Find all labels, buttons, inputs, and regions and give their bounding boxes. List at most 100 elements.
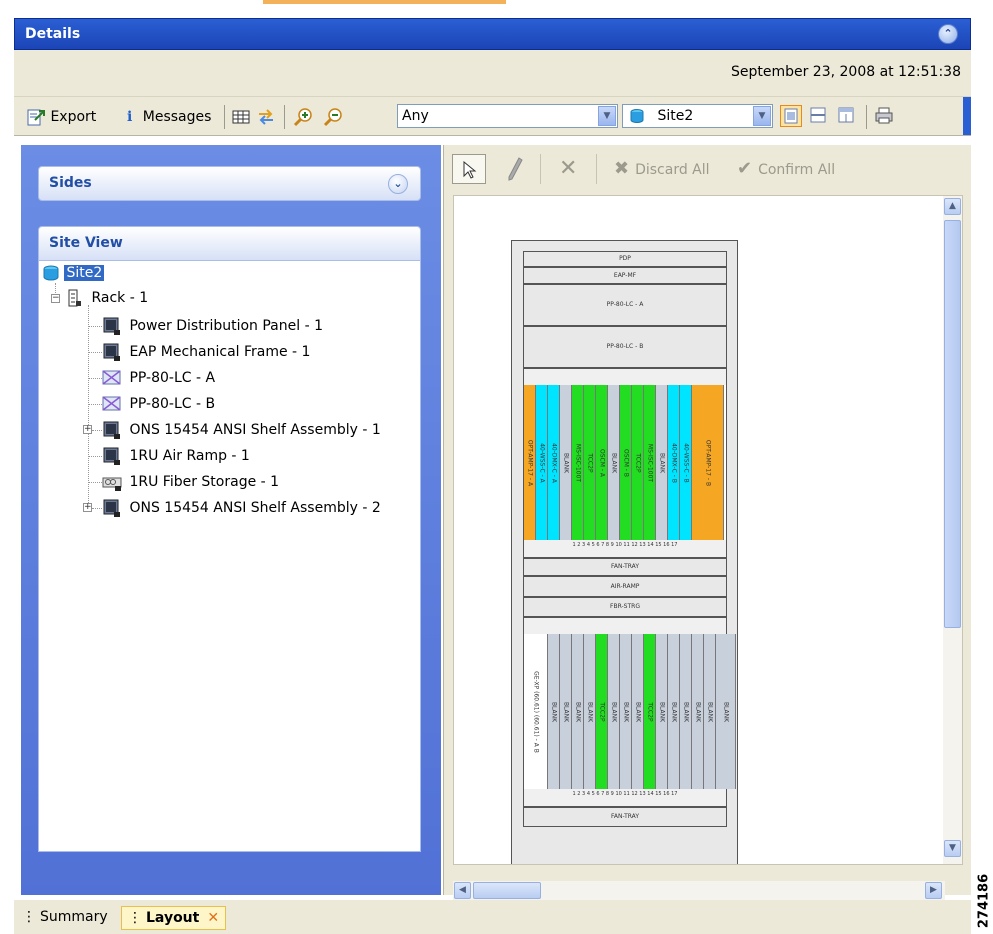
scroll-down-icon[interactable]: ▼ bbox=[944, 840, 961, 857]
shelf-card-slot[interactable]: BLANK bbox=[560, 634, 572, 789]
tree-node-site[interactable]: Site2 bbox=[42, 263, 105, 283]
toolbar-divider bbox=[284, 105, 285, 129]
date-bar: September 23, 2008 at 12:51:38 bbox=[14, 50, 971, 96]
collapse-icon[interactable]: ⌃ bbox=[938, 24, 958, 44]
bottom-tab-bar: ⋮ Summary ⋮ Layout ✕ bbox=[14, 900, 971, 934]
sides-panel-header[interactable]: Sides ⌄ bbox=[38, 166, 421, 201]
shelf-card-slot[interactable]: OSCM - A bbox=[596, 385, 608, 540]
vertical-split-button[interactable] bbox=[836, 105, 858, 127]
layout-panel: ✕ ✖ Discard All ✔ Confirm All PDP EAP-MF P… bbox=[443, 145, 971, 900]
rack-slot-air-ramp[interactable]: AIR-RAMP bbox=[523, 576, 727, 597]
swap-button[interactable] bbox=[256, 106, 276, 128]
card-label: OSCM - A bbox=[598, 448, 605, 477]
scroll-up-icon[interactable]: ▲ bbox=[944, 198, 961, 215]
expand-toggle[interactable]: + bbox=[83, 425, 92, 434]
shelf-card-slot[interactable]: OPT-AMP-17 - B bbox=[692, 385, 724, 540]
tree-node-eap-frame[interactable]: EAP Mechanical Frame - 1 bbox=[102, 342, 310, 362]
shelf-card-slot[interactable]: MS-ISC-100T bbox=[572, 385, 584, 540]
rack-slot-pp-a[interactable]: PP-80-LC - A bbox=[523, 284, 727, 326]
tab-summary[interactable]: ⋮ Summary bbox=[16, 906, 114, 930]
horizontal-split-button[interactable] bbox=[808, 105, 830, 127]
card-label: 40-DMX-C - B bbox=[670, 442, 677, 483]
shelf-card-slot[interactable]: BLANK bbox=[656, 634, 668, 789]
shelf-card-slot[interactable]: BLANK bbox=[656, 385, 668, 540]
messages-button[interactable]: i Messages bbox=[127, 106, 211, 128]
edit-tool-button[interactable] bbox=[506, 154, 524, 184]
export-button[interactable]: Export bbox=[26, 106, 96, 128]
zoom-in-button[interactable] bbox=[292, 106, 314, 128]
shelf-card-slot[interactable]: BLANK bbox=[692, 634, 704, 789]
table-view-button[interactable] bbox=[232, 106, 250, 128]
shelf-card-slot[interactable]: BLANK bbox=[584, 634, 596, 789]
filter-select[interactable]: Any ▼ bbox=[397, 104, 618, 128]
shelf-card-slot[interactable]: BLANK bbox=[608, 385, 620, 540]
card-label: 40-DMX-C - A bbox=[550, 442, 557, 483]
scroll-right-icon[interactable]: ▶ bbox=[925, 882, 942, 899]
tree-node-rack[interactable]: Rack - 1 bbox=[66, 288, 148, 308]
shelf-card-slot[interactable]: BLANK bbox=[704, 634, 716, 789]
pencil-icon bbox=[508, 157, 523, 181]
shelf-card-slot[interactable]: 40-WSS-C - A bbox=[536, 385, 548, 540]
tree-node-air-ramp[interactable]: 1RU Air Ramp - 1 bbox=[102, 446, 250, 466]
shelf-card-slot[interactable]: BLANK bbox=[680, 634, 692, 789]
shelf-card-slot[interactable]: 40-DMX-C - A bbox=[548, 385, 560, 540]
discard-all-button[interactable]: ✖ Discard All bbox=[614, 154, 710, 184]
shelf-card-slot[interactable]: 40-DMX-C - B bbox=[668, 385, 680, 540]
chevron-down-icon[interactable]: ▼ bbox=[753, 106, 771, 126]
scroll-thumb[interactable] bbox=[944, 220, 961, 628]
shelf-card-slot[interactable]: BLANK bbox=[632, 634, 644, 789]
toolbar-edge bbox=[963, 97, 971, 135]
shelf-card-slot[interactable]: BLANK bbox=[668, 634, 680, 789]
select-tool-button[interactable] bbox=[452, 154, 486, 184]
scroll-thumb[interactable] bbox=[473, 882, 541, 899]
tree-node-pdp[interactable]: Power Distribution Panel - 1 bbox=[102, 316, 323, 336]
shelf-card-slot[interactable]: TCC2P bbox=[584, 385, 596, 540]
site-select[interactable]: Site2 ▼ bbox=[622, 104, 773, 128]
shelf-card-slot[interactable]: OSCM - B bbox=[620, 385, 632, 540]
tree-node-fiber-storage[interactable]: 1RU Fiber Storage - 1 bbox=[102, 472, 279, 492]
rack-slot-fan-tray-2[interactable]: FAN-TRAY bbox=[523, 807, 727, 827]
vertical-scrollbar[interactable]: ▲ ▼ bbox=[943, 196, 962, 864]
shelf-card-slot[interactable]: GE-XP (60.61) (60.61) - A B bbox=[524, 634, 548, 789]
tree-node-pp-80-lc-a[interactable]: PP-80-LC - A bbox=[102, 368, 215, 388]
tab-layout[interactable]: ⋮ Layout ✕ bbox=[121, 906, 227, 930]
close-icon[interactable]: ✕ bbox=[207, 910, 219, 926]
expand-toggle[interactable]: + bbox=[83, 503, 92, 512]
shelf-card-slot[interactable]: BLANK bbox=[608, 634, 620, 789]
confirm-all-button[interactable]: ✔ Confirm All bbox=[737, 154, 835, 184]
print-button[interactable] bbox=[874, 105, 896, 127]
horizontal-scrollbar[interactable]: ◀ ▶ bbox=[453, 881, 945, 900]
rack-slot-fan-tray-1[interactable]: FAN-TRAY bbox=[523, 558, 727, 576]
expand-icon[interactable]: ⌄ bbox=[388, 174, 408, 194]
shelf-card-slot[interactable]: MS-ISC-100T bbox=[644, 385, 656, 540]
delete-button[interactable]: ✕ bbox=[559, 154, 577, 184]
rack-slot-fiber-storage[interactable]: FBR-STRG bbox=[523, 597, 727, 617]
rack-slot-eap[interactable]: EAP-MF bbox=[523, 267, 727, 284]
scroll-left-icon[interactable]: ◀ bbox=[454, 882, 471, 899]
zoom-out-icon bbox=[323, 108, 342, 127]
zoom-out-button[interactable] bbox=[322, 106, 344, 128]
rack-slot-pdp[interactable]: PDP bbox=[523, 251, 727, 267]
shelf-assembly-1[interactable]: OPT-AMP-17 - A 40-WSS-C - A 40-DMX-C - A BL… bbox=[523, 368, 727, 558]
shelf-card-slot[interactable]: TCC2P bbox=[632, 385, 644, 540]
shelf-card-slot[interactable]: TCC2P bbox=[596, 634, 608, 789]
shelf-card-slot[interactable]: 40-WSS-C - B bbox=[680, 385, 692, 540]
slot-numbers: 1 2 3 4 5 6 7 8 9 10 11 12 13 14 15 16 1… bbox=[572, 791, 678, 797]
shelf-card-slot[interactable]: BLANK bbox=[620, 634, 632, 789]
shelf-card-slot[interactable]: BLANK bbox=[572, 634, 584, 789]
tree-node-shelf-2[interactable]: ONS 15454 ANSI Shelf Assembly - 2 bbox=[102, 498, 381, 518]
shelf-assembly-2[interactable]: GE-XP (60.61) (60.61) - A B BLANK BLANK BLA… bbox=[523, 617, 736, 807]
shelf-card-slot[interactable]: BLANK bbox=[716, 634, 736, 789]
shelf-icon bbox=[103, 317, 120, 335]
rack-slot-pp-b[interactable]: PP-80-LC - B bbox=[523, 326, 727, 368]
tree-node-pp-80-lc-b[interactable]: PP-80-LC - B bbox=[102, 394, 215, 414]
shelf-card-slot[interactable]: BLANK bbox=[548, 634, 560, 789]
chevron-down-icon[interactable]: ▼ bbox=[598, 106, 616, 126]
tree-node-shelf-1[interactable]: ONS 15454 ANSI Shelf Assembly - 1 bbox=[102, 420, 381, 440]
shelf-card-slot[interactable]: TCC2P bbox=[644, 634, 656, 789]
export-icon bbox=[27, 109, 45, 126]
shelf-card-slot[interactable]: BLANK bbox=[560, 385, 572, 540]
collapse-toggle[interactable]: − bbox=[51, 294, 60, 303]
shelf-card-slot[interactable]: OPT-AMP-17 - A bbox=[524, 385, 536, 540]
layout-view-button[interactable] bbox=[780, 105, 802, 127]
